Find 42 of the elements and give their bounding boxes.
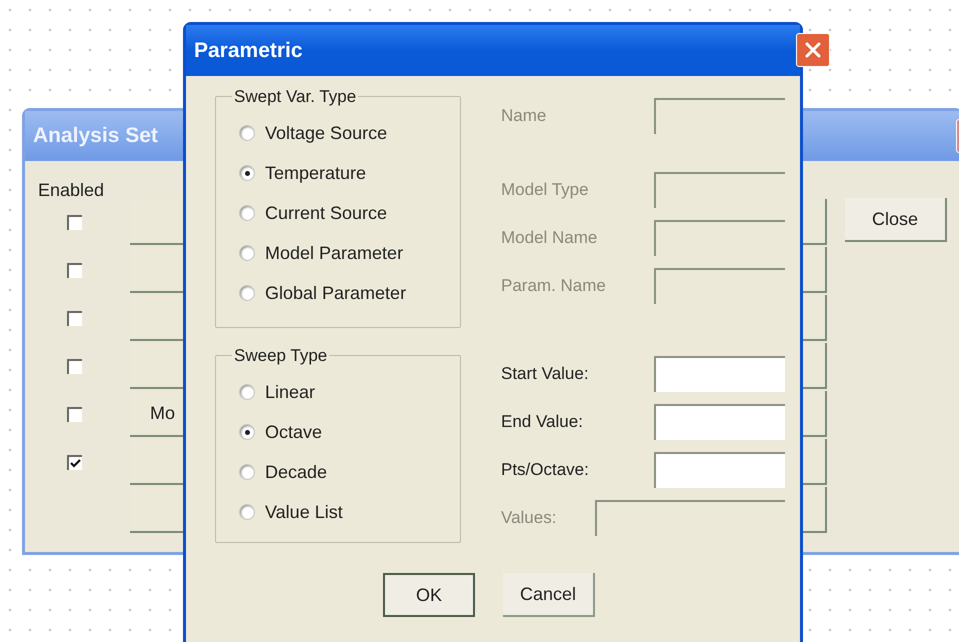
radio-button[interactable]: [239, 464, 255, 480]
field-label: Model Type: [501, 179, 590, 202]
radio-label: Model Parameter: [265, 242, 404, 264]
radio-label: Value List: [265, 500, 343, 524]
radio-label: Global Parameter: [265, 282, 406, 304]
input-field[interactable]: [654, 452, 785, 488]
checkbox[interactable]: [67, 454, 82, 470]
radio-button[interactable]: [239, 384, 255, 400]
field-label: Param. Name: [501, 275, 607, 298]
radio-button[interactable]: [239, 424, 255, 440]
field-label: Name: [501, 105, 548, 128]
radio-label: Current Source: [265, 202, 388, 224]
radio-button[interactable]: [239, 285, 255, 301]
radio-button[interactable]: [239, 165, 255, 181]
radio-label: Decade: [265, 460, 328, 484]
dialog-button[interactable]: OK: [383, 573, 475, 617]
input-field[interactable]: [654, 356, 785, 392]
radio-button[interactable]: [239, 504, 255, 520]
checkbox[interactable]: [67, 358, 82, 374]
close-button[interactable]: Close: [845, 198, 947, 242]
radio-label: Linear: [265, 380, 316, 404]
dialog-button[interactable]: Cancel: [503, 573, 595, 617]
radio-label: Voltage Source: [265, 122, 388, 145]
radio-button[interactable]: [239, 125, 255, 141]
field-label: Start Value:: [501, 363, 590, 386]
checkbox[interactable]: [67, 406, 82, 422]
radio-label: Temperature: [265, 162, 366, 185]
field-label: Pts/Octave:: [501, 459, 590, 482]
field-label: Values:: [501, 507, 558, 530]
window-title: Parametric: [194, 38, 303, 64]
field-label: End Value:: [501, 411, 584, 434]
checkbox[interactable]: [67, 214, 82, 230]
radio-label: Octave: [265, 420, 322, 444]
window-title: Analysis Set: [33, 123, 158, 150]
checkbox[interactable]: [67, 310, 82, 326]
field-label: Model Name: [501, 227, 598, 250]
radio-button[interactable]: [239, 245, 255, 261]
checkbox[interactable]: [67, 262, 82, 278]
enabled-label: Enabled: [38, 179, 104, 202]
input-field[interactable]: [654, 404, 785, 440]
radio-button[interactable]: [239, 205, 255, 221]
close-icon[interactable]: [796, 33, 830, 67]
